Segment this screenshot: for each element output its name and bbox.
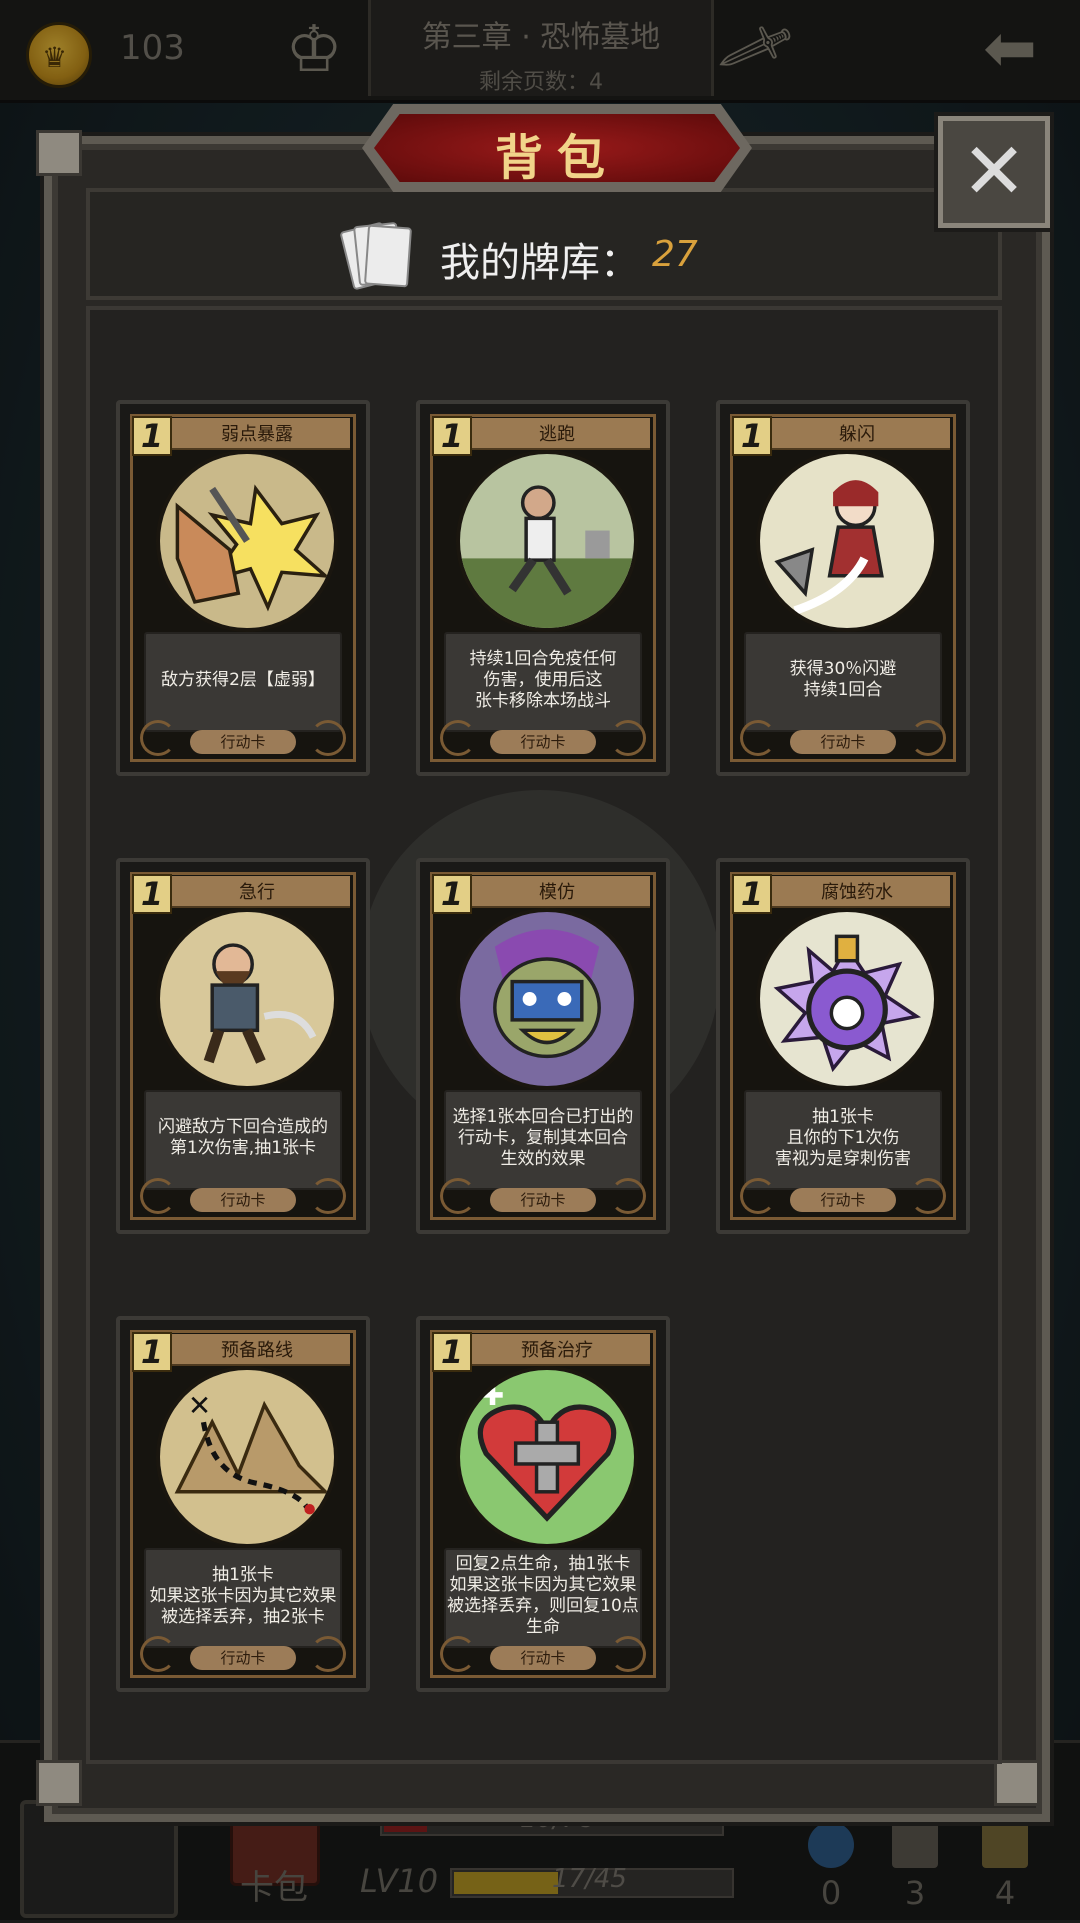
panel-corner — [36, 1760, 82, 1806]
card-item[interactable]: 1 腐蚀药水 抽1张卡 且你的下1次伤 害视为是穿刺伤害 行动卡 — [716, 858, 970, 1234]
card-type-label: 行动卡 — [490, 730, 596, 754]
card-type-label: 行动卡 — [790, 730, 896, 754]
card-name: 急行 — [239, 882, 275, 903]
card-art-image: ✚ — [456, 1366, 638, 1548]
card-type-label: 行动卡 — [190, 730, 296, 754]
swirl-ornament-icon — [610, 1178, 646, 1214]
card-art-image — [756, 908, 938, 1090]
card-art-image: ✕ — [156, 1366, 338, 1548]
cards-icon — [339, 221, 413, 291]
card-description: 抽1张卡 如果这张卡因为其它效果 被选择丢弃，抽2张卡 — [149, 1564, 337, 1627]
card-description: 获得30％闪避 持续1回合 — [789, 659, 897, 700]
card-description: 回复2点生命，抽1张卡 如果这张卡因为其它效果 被选择丢弃，则回复10点 生命 — [447, 1554, 639, 1637]
card-name: 预备治疗 — [521, 1340, 593, 1361]
card-item[interactable]: 1 弱点暴露 敌方获得2层【虚弱】 行动卡 — [116, 400, 370, 776]
card-art-image — [156, 450, 338, 632]
deck-count: 27 — [652, 234, 698, 275]
card-name: 逃跑 — [539, 424, 575, 445]
close-icon: ✕ — [961, 127, 1027, 217]
card-description: 选择1张本回合已打出的 行动卡，复制其本回合 生效的效果 — [452, 1106, 634, 1169]
deck-label: 我的牌库： — [440, 240, 640, 286]
card-description: 持续1回合免疫任何 伤害，使用后这 张卡移除本场战斗 — [469, 648, 617, 711]
card-name: 模仿 — [539, 882, 575, 903]
swirl-ornament-icon — [440, 720, 476, 756]
swirl-ornament-icon — [910, 720, 946, 756]
card-item[interactable]: 1 预备治疗 ✚ 回复2点生命，抽1张卡 如果这张卡因为其它效果 被选择丢弃，则回复1… — [416, 1316, 670, 1692]
card-item[interactable]: 1 预备路线 ✕ 抽1张卡 如果这张卡因为其它效果 被选择丢弃，抽2张卡 行动卡 — [116, 1316, 370, 1692]
card-name: 弱点暴露 — [221, 424, 293, 445]
card-item[interactable]: 1 急行 闪避敌方下回合造成的 第1次伤害,抽1张卡 行动卡 — [116, 858, 370, 1234]
swirl-ornament-icon — [440, 1636, 476, 1672]
panel-corner — [36, 130, 82, 176]
card-art-image — [456, 450, 638, 632]
swirl-ornament-icon — [140, 1178, 176, 1214]
card-art-image — [456, 908, 638, 1090]
card-name: 腐蚀药水 — [821, 882, 893, 903]
swirl-ornament-icon — [140, 720, 176, 756]
swirl-ornament-icon — [740, 720, 776, 756]
card-type-label: 行动卡 — [490, 1646, 596, 1670]
card-name: 躲闪 — [839, 424, 875, 445]
card-art-image — [756, 450, 938, 632]
card-description: 闪避敌方下回合造成的 第1次伤害,抽1张卡 — [158, 1117, 328, 1158]
swirl-ornament-icon — [740, 1178, 776, 1214]
swirl-ornament-icon — [610, 720, 646, 756]
svg-text:✕: ✕ — [188, 1389, 211, 1422]
swirl-ornament-icon — [310, 1636, 346, 1672]
card-item[interactable]: 1 躲闪 获得30％闪避 持续1回合 行动卡 — [716, 400, 970, 776]
card-item[interactable]: 1 模仿 选择1张本回合已打出的 行动卡，复制其本回合 生效的效果 行动卡 — [416, 858, 670, 1234]
swirl-ornament-icon — [910, 1178, 946, 1214]
card-type-label: 行动卡 — [790, 1188, 896, 1212]
card-name: 预备路线 — [221, 1340, 293, 1361]
card-description: 敌方获得2层【虚弱】 — [161, 669, 325, 690]
swirl-ornament-icon — [440, 1178, 476, 1214]
card-type-label: 行动卡 — [490, 1188, 596, 1212]
swirl-ornament-icon — [310, 1178, 346, 1214]
close-button[interactable]: ✕ — [938, 116, 1050, 228]
card-description: 抽1张卡 且你的下1次伤 害视为是穿刺伤害 — [775, 1106, 911, 1169]
panel-title: 背包 — [494, 130, 619, 186]
swirl-ornament-icon — [140, 1636, 176, 1672]
swirl-ornament-icon — [310, 720, 346, 756]
title-banner: 背包 — [362, 104, 752, 192]
card-type-label: 行动卡 — [190, 1646, 296, 1670]
card-type-label: 行动卡 — [190, 1188, 296, 1212]
panel-corner — [994, 1760, 1040, 1806]
card-item[interactable]: 1 逃跑 持续1回合免疫任何 伤害，使用后这 张卡移除本场战斗 行动卡 — [416, 400, 670, 776]
card-art-image — [156, 908, 338, 1090]
swirl-ornament-icon — [610, 1636, 646, 1672]
